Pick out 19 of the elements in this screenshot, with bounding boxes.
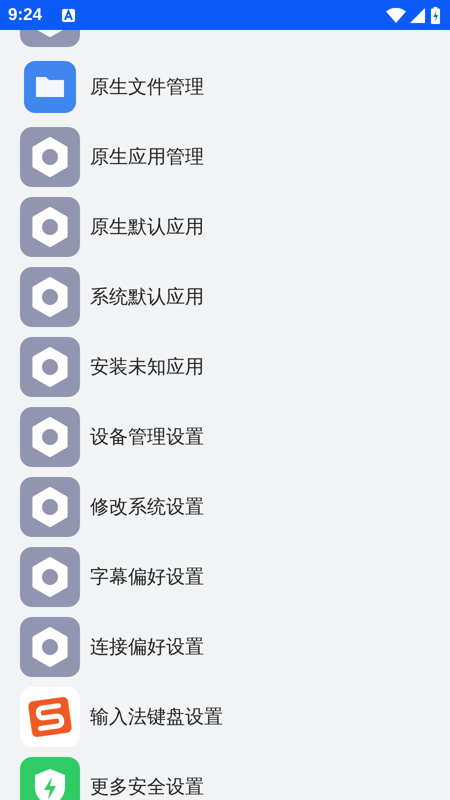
item-label[interactable]: 输入法键盘设置: [90, 704, 223, 730]
item-label[interactable]: 更多安全设置: [90, 774, 204, 800]
battery-icon: [431, 6, 440, 24]
s-logo-icon: [20, 687, 80, 747]
status-time: 9:24: [8, 5, 42, 25]
signal-icon: [410, 8, 425, 22]
notification-icon: [62, 8, 76, 22]
item-label[interactable]: 原生默认应用: [90, 214, 204, 240]
folder-icon: [24, 61, 76, 113]
wifi-icon: [386, 8, 406, 22]
item-label[interactable]: 系统默认应用: [90, 284, 204, 310]
item-label[interactable]: 原生应用管理: [90, 144, 204, 170]
item-label[interactable]: 安装未知应用: [90, 354, 204, 380]
item-label[interactable]: 原生文件管理: [90, 74, 204, 100]
item-label[interactable]: 字幕偏好设置: [90, 564, 204, 590]
item-label[interactable]: 设备管理设置: [90, 424, 204, 450]
shield-icon: [20, 757, 80, 800]
item-label[interactable]: 连接偏好设置: [90, 634, 204, 660]
item-label[interactable]: 修改系统设置: [90, 494, 204, 520]
